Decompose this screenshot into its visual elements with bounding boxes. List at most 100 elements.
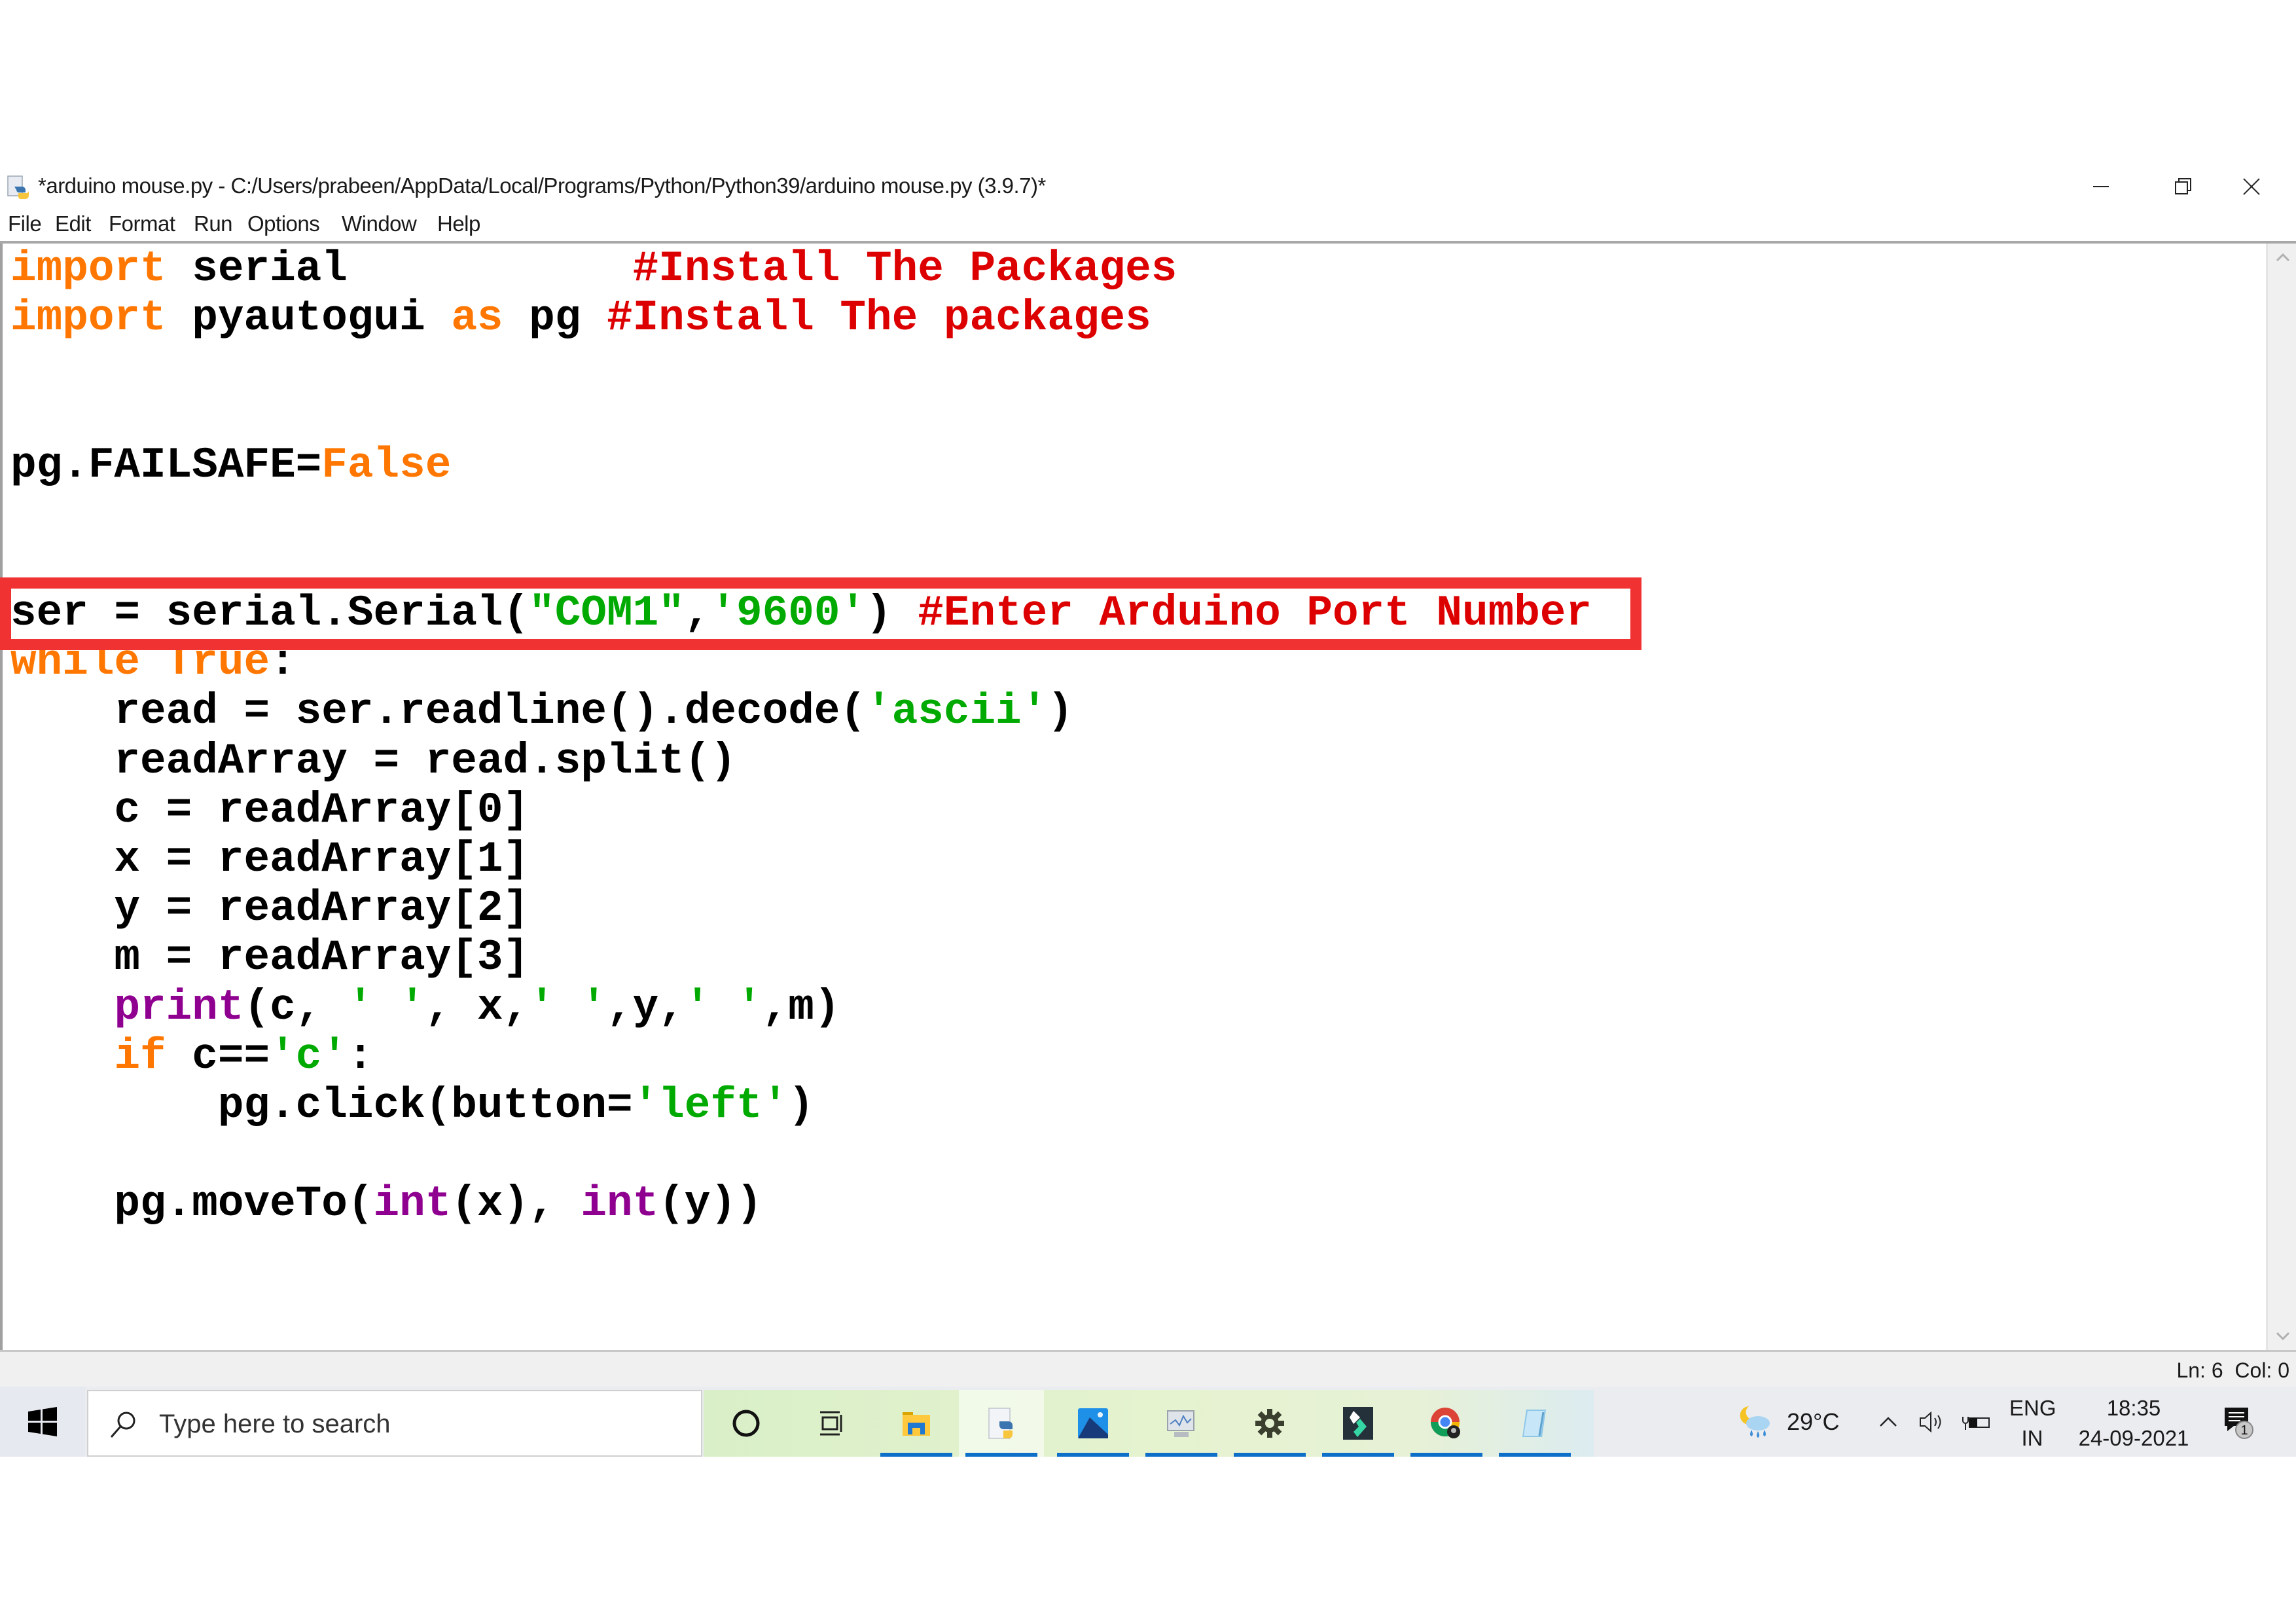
scroll-down-icon[interactable] [2272, 1325, 2294, 1347]
start-button[interactable] [0, 1387, 85, 1457]
code-string: 'left' [632, 1080, 789, 1130]
language-code: ENG [2009, 1396, 2056, 1420]
menu-format[interactable]: Format [109, 211, 175, 236]
photos-icon [1078, 1408, 1108, 1438]
menu-window[interactable]: Window [342, 211, 417, 236]
code-line[interactable]: y = readArray[2] [10, 884, 529, 933]
code-text: pg.moveTo( [10, 1179, 374, 1229]
taskbar: Type here to search 29°C ENG IN 18:35 24… [0, 1387, 2296, 1457]
code-text: ,m) [762, 982, 840, 1032]
code-line[interactable]: pg.moveTo(int(x), int(y)) [10, 1179, 762, 1228]
code-text: (x), [451, 1179, 581, 1229]
menu-file[interactable]: File [8, 211, 42, 236]
code-string: '9600' [710, 588, 867, 638]
code-text: y = readArray[2] [10, 884, 529, 934]
code-text: x = readArray[1] [10, 834, 529, 884]
show-hidden-icons-button[interactable] [1875, 1387, 1901, 1457]
menu-help[interactable]: Help [437, 211, 480, 236]
code-editor[interactable]: import serial #Install The Packages impor… [0, 244, 2265, 1350]
window-title: *arduino mouse.py - C:/Users/prabeen/App… [38, 173, 1046, 198]
code-text: ) [1047, 687, 1073, 737]
vertical-scrollbar[interactable] [2266, 244, 2296, 1350]
taskbar-task-view[interactable] [789, 1390, 874, 1457]
code-line[interactable]: while True: [10, 638, 296, 687]
code-text: serial [166, 244, 633, 293]
code-text: pg [503, 293, 607, 342]
notepad-icon [1522, 1410, 1546, 1437]
minimize-icon [2093, 186, 2109, 187]
code-line[interactable]: readArray = read.split() [10, 737, 736, 786]
region-code: IN [2021, 1426, 2043, 1450]
windows-logo-icon [28, 1406, 57, 1436]
filmora-icon [1343, 1407, 1373, 1440]
python-idle-icon [7, 175, 29, 199]
code-line-highlighted[interactable]: ser = serial.Serial("COM1",'9600') #Ente… [10, 589, 1592, 638]
taskbar-cortana[interactable] [704, 1390, 789, 1457]
taskbar-settings[interactable] [1227, 1390, 1312, 1457]
folder-icon [903, 1412, 930, 1436]
code-line[interactable]: import serial #Install The Packages [10, 244, 1177, 293]
code-keyword: import [10, 244, 166, 293]
taskbar-apps [704, 1390, 1594, 1457]
code-line[interactable]: m = readArray[3] [10, 933, 529, 982]
code-builtin: int [581, 1179, 659, 1229]
code-text: read = ser.readline().decode( [10, 687, 867, 737]
taskbar-python-idle[interactable] [959, 1390, 1044, 1457]
menu-bar: File Edit Format Run Options Window Help [0, 206, 2296, 244]
restore-icon [2175, 178, 2191, 194]
code-line[interactable]: c = readArray[0] [10, 786, 529, 835]
code-text: ,y, [607, 982, 685, 1032]
taskbar-photos[interactable] [1050, 1390, 1136, 1457]
weather-widget[interactable]: 29°C [1734, 1387, 1839, 1457]
code-string: ' ' [529, 982, 607, 1032]
code-builtin: int [373, 1179, 452, 1229]
taskbar-notepad[interactable] [1492, 1390, 1577, 1457]
code-text: c== [166, 1031, 270, 1081]
gear-icon [1255, 1409, 1284, 1438]
task-view-icon [820, 1411, 842, 1436]
code-text: pg.FAILSAFE= [10, 441, 322, 490]
chevron-up-icon [1880, 1416, 1897, 1427]
taskbar-filmora[interactable] [1316, 1390, 1401, 1457]
minimize-button[interactable] [2062, 167, 2140, 206]
menu-options[interactable]: Options [247, 211, 320, 236]
column-number: Col: 0 [2234, 1359, 2289, 1382]
code-text: ) [866, 588, 918, 638]
code-text: (y)) [658, 1179, 762, 1229]
code-line[interactable]: print(c, ' ', x,' ',y,' ',m) [10, 983, 840, 1032]
close-button[interactable] [2212, 167, 2291, 206]
battery-charging-icon [1962, 1416, 1990, 1430]
code-line[interactable]: pg.FAILSAFE=False [10, 441, 451, 490]
code-line[interactable]: import pyautogui as pg #Install The pack… [10, 293, 1151, 342]
volume-button[interactable] [1918, 1387, 1946, 1457]
code-keyword: if [114, 1031, 166, 1081]
action-center-button[interactable]: 1 [2215, 1400, 2261, 1446]
taskbar-file-explorer[interactable] [874, 1390, 959, 1457]
menu-run[interactable]: Run [194, 211, 233, 236]
restore-button[interactable] [2144, 167, 2223, 206]
code-line[interactable]: if c=='c': [10, 1031, 374, 1081]
code-comment: #Install The Packages [632, 244, 1177, 293]
clock[interactable]: 18:35 24-09-2021 [2068, 1393, 2199, 1453]
taskbar-performance-monitor[interactable] [1139, 1390, 1224, 1457]
scroll-up-icon[interactable] [2272, 246, 2294, 268]
clock-date: 24-09-2021 [2078, 1426, 2189, 1450]
chrome-icon [1431, 1408, 1460, 1438]
menu-edit[interactable]: Edit [55, 211, 91, 236]
language-indicator[interactable]: ENG IN [2009, 1393, 2056, 1453]
speaker-icon [1920, 1411, 1941, 1432]
code-builtin: print [114, 982, 244, 1032]
code-line[interactable]: read = ser.readline().decode('ascii') [10, 687, 1073, 736]
code-line[interactable]: x = readArray[1] [10, 835, 529, 884]
search-box[interactable]: Type here to search [87, 1390, 702, 1457]
python-file-icon [988, 1408, 1013, 1439]
taskbar-chrome[interactable] [1404, 1390, 1489, 1457]
battery-button[interactable] [1960, 1387, 1993, 1457]
code-text: readArray = read.split() [10, 736, 736, 786]
code-text: : [347, 1031, 374, 1081]
code-line[interactable]: pg.click(button='left') [10, 1081, 814, 1130]
close-icon [2243, 178, 2260, 195]
code-text: ) [788, 1080, 814, 1130]
